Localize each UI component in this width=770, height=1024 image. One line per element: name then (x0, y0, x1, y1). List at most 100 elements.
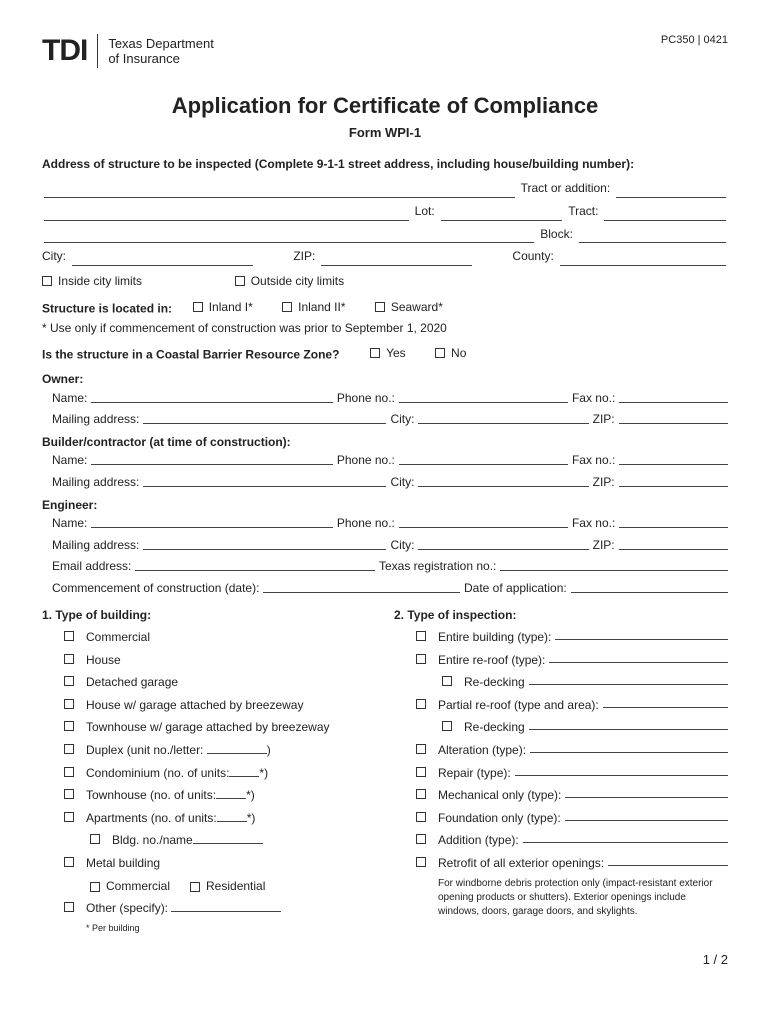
foundation-input[interactable] (565, 809, 728, 821)
checkbox-icon (416, 699, 426, 709)
tract-input[interactable] (604, 207, 726, 221)
redecking1-option[interactable]: Re-decking (442, 673, 728, 692)
checkbox-icon (190, 882, 200, 892)
builder-fax-input[interactable] (619, 451, 728, 465)
partial-reroof-option[interactable]: Partial re-roof (type and area): (416, 696, 728, 715)
builder-mailing-input[interactable] (143, 473, 386, 487)
engineer-zip-label: ZIP: (593, 536, 615, 555)
townhouse-breezeway-option[interactable]: Townhouse w/ garage attached by breezewa… (64, 718, 376, 737)
inland1-option[interactable]: Inland I* (193, 298, 253, 317)
duplex-unit-input[interactable] (207, 742, 267, 754)
foundation-option[interactable]: Foundation only (type): (416, 809, 728, 828)
checkbox-icon (416, 631, 426, 641)
townhouse-units-input[interactable] (216, 787, 246, 799)
apartments-units-input[interactable] (217, 810, 247, 822)
city-input[interactable] (72, 252, 253, 266)
owner-name-input[interactable] (91, 389, 333, 403)
repair-input[interactable] (515, 764, 728, 776)
lot-input[interactable] (441, 207, 563, 221)
duplex-option[interactable]: Duplex (unit no./letter: ) (64, 741, 376, 760)
retrofit-option[interactable]: Retrofit of all exterior openings: (416, 854, 728, 873)
alteration-option[interactable]: Alteration (type): (416, 741, 728, 760)
address-block: Tract or addition: Lot: Tract: Block: Ci… (42, 179, 728, 265)
entire-building-option[interactable]: Entire building (type): (416, 628, 728, 647)
other-option[interactable]: Other (specify): (64, 899, 376, 918)
checkbox-icon (64, 676, 74, 686)
entire-reroof-input[interactable] (549, 651, 728, 663)
seaward-option[interactable]: Seaward* (375, 298, 443, 317)
mechanical-option[interactable]: Mechanical only (type): (416, 786, 728, 805)
coastal-yes-option[interactable]: Yes (370, 344, 406, 363)
other-input[interactable] (171, 900, 281, 912)
checkbox-icon (64, 631, 74, 641)
inland2-option[interactable]: Inland II* (282, 298, 345, 317)
redecking2-option[interactable]: Re-decking (442, 718, 728, 737)
inside-city-option[interactable]: Inside city limits (42, 272, 142, 291)
tract-or-addition-label: Tract or addition: (521, 179, 611, 198)
engineer-name-input[interactable] (91, 514, 333, 528)
owner-mailing-input[interactable] (143, 410, 386, 424)
structure-located-row: Structure is located in: Inland I* Inlan… (42, 298, 728, 318)
commercial-option[interactable]: Commercial (64, 628, 376, 647)
outside-city-option[interactable]: Outside city limits (235, 272, 344, 291)
owner-zip-input[interactable] (619, 410, 728, 424)
commence-input[interactable] (263, 579, 460, 593)
owner-fax-input[interactable] (619, 389, 728, 403)
checkbox-icon (193, 302, 203, 312)
builder-name-input[interactable] (91, 451, 333, 465)
repair-option[interactable]: Repair (type): (416, 764, 728, 783)
engineer-city-input[interactable] (418, 536, 588, 550)
redecking1-input[interactable] (529, 673, 728, 685)
owner-name-label: Name: (52, 389, 87, 408)
builder-city-input[interactable] (418, 473, 588, 487)
builder-zip-input[interactable] (619, 473, 728, 487)
engineer-email-input[interactable] (135, 557, 375, 571)
detached-garage-option[interactable]: Detached garage (64, 673, 376, 692)
townhouse-option[interactable]: Townhouse (no. of units:*) (64, 786, 376, 805)
coastal-no-option[interactable]: No (435, 344, 466, 363)
engineer-fax-input[interactable] (619, 514, 728, 528)
partial-reroof-input[interactable] (603, 696, 728, 708)
entire-building-input[interactable] (555, 628, 728, 640)
address-line-1-input[interactable] (44, 184, 515, 198)
engineer-phone-input[interactable] (399, 514, 568, 528)
engineer-zip-input[interactable] (619, 536, 728, 550)
address-line-3-input[interactable] (44, 229, 534, 243)
owner-city-input[interactable] (418, 410, 588, 424)
builder-phone-input[interactable] (399, 451, 568, 465)
house-breezeway-option[interactable]: House w/ garage attached by breezeway (64, 696, 376, 715)
address-line-2-input[interactable] (44, 207, 409, 221)
q1-heading: 1. Type of building: (42, 606, 376, 625)
retrofit-input[interactable] (608, 854, 728, 866)
county-input[interactable] (560, 252, 726, 266)
block-input[interactable] (579, 229, 726, 243)
owner-zip-label: ZIP: (593, 410, 615, 429)
metal-building-option[interactable]: Metal building (64, 854, 376, 873)
house-option[interactable]: House (64, 651, 376, 670)
engineer-txreg-input[interactable] (500, 557, 728, 571)
engineer-mailing-input[interactable] (143, 536, 386, 550)
bldg-no-option[interactable]: Bldg. no./name (90, 831, 376, 850)
lot-label: Lot: (415, 202, 435, 221)
owner-phone-input[interactable] (399, 389, 568, 403)
checkbox-icon (90, 834, 100, 844)
metal-commercial-option[interactable]: Commercial (90, 877, 170, 896)
zip-input[interactable] (321, 252, 472, 266)
engineer-phone-label: Phone no.: (337, 514, 395, 533)
appdate-input[interactable] (571, 579, 728, 593)
apartments-option[interactable]: Apartments (no. of units:*) (64, 809, 376, 828)
metal-residential-option[interactable]: Residential (190, 877, 265, 896)
condo-units-input[interactable] (229, 765, 259, 777)
alteration-input[interactable] (530, 741, 728, 753)
redecking2-input[interactable] (529, 718, 728, 730)
checkbox-icon (64, 902, 74, 912)
mechanical-input[interactable] (565, 786, 728, 798)
addition-input[interactable] (523, 831, 728, 843)
condo-option[interactable]: Condominium (no. of units:*) (64, 764, 376, 783)
bldg-no-input[interactable] (193, 832, 263, 844)
checkbox-icon (64, 721, 74, 731)
addition-option[interactable]: Addition (type): (416, 831, 728, 850)
tract-or-addition-input[interactable] (616, 184, 726, 198)
county-label: County: (512, 247, 553, 266)
entire-reroof-option[interactable]: Entire re-roof (type): (416, 651, 728, 670)
